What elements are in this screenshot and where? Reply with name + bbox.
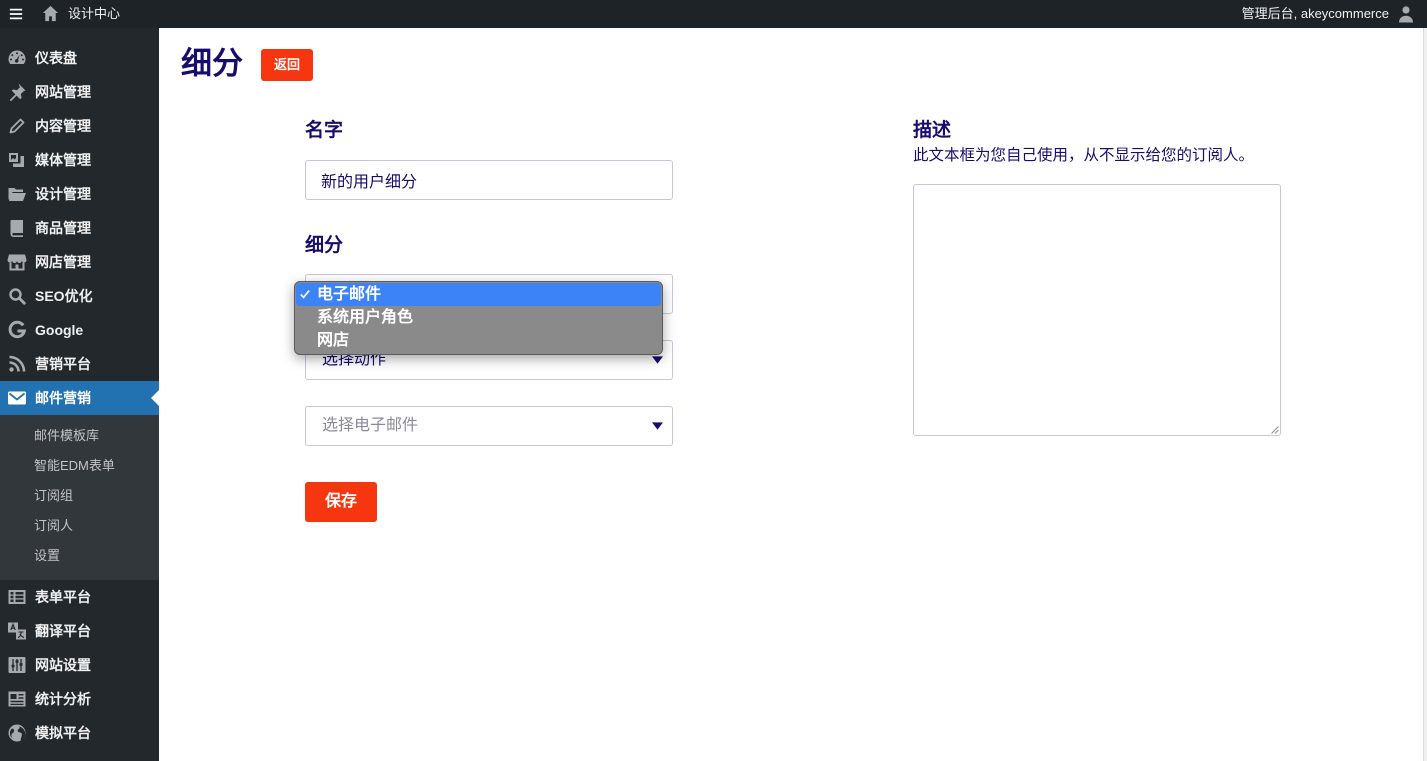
main-content: 细分 返回 名字 细分 电子邮件 选择动作 选择电子邮件 保存 电子邮件 系统用… xyxy=(159,28,1424,761)
settings-icon xyxy=(7,655,27,675)
user-icon[interactable] xyxy=(1398,5,1414,23)
save-button[interactable]: 保存 xyxy=(305,482,377,522)
account-link[interactable]: 管理后台, akeycommerce xyxy=(1242,0,1389,28)
dropdown-option[interactable]: 系统用户角色 xyxy=(296,306,661,329)
sidebar-item-label: 内容管理 xyxy=(35,118,91,134)
sidebar-item-site-management[interactable]: 网站管理 xyxy=(0,75,159,109)
page-title: 细分 xyxy=(181,46,243,81)
name-label: 名字 xyxy=(305,120,344,141)
description-label: 描述 xyxy=(913,120,952,141)
segment-label: 细分 xyxy=(305,235,344,256)
description-textarea[interactable] xyxy=(914,185,1280,435)
sidebar-item-label: SEO优化 xyxy=(35,288,93,304)
sidebar-item-label: 邮件营销 xyxy=(35,390,91,406)
pin-icon xyxy=(7,82,27,102)
google-icon xyxy=(7,320,27,340)
site-name-link[interactable]: 设计中心 xyxy=(68,0,120,28)
sidebar-item-label: 网店管理 xyxy=(35,254,91,270)
sidebar-menu: 仪表盘 网站管理 内容管理 媒体管理 设计管理 商品管理 网店管理 SEO优化 … xyxy=(0,28,159,750)
hamburger-icon[interactable] xyxy=(9,7,23,21)
sidebar-item-content-management[interactable]: 内容管理 xyxy=(0,109,159,143)
sidebar-item-label: 营销平台 xyxy=(35,356,91,372)
submenu-item-subscriber-groups[interactable]: 订阅组 xyxy=(0,481,159,511)
sidebar-item-label: Google xyxy=(35,322,84,338)
form-icon xyxy=(7,587,27,607)
dropdown-option-label: 电子邮件 xyxy=(317,286,382,303)
sidebar-item-seo[interactable]: SEO优化 xyxy=(0,279,159,313)
email-select[interactable]: 选择电子邮件 xyxy=(305,406,673,446)
admin-topbar: 设计中心 管理后台, akeycommerce xyxy=(0,0,1427,28)
email-marketing-submenu: 邮件模板库 智能EDM表单 订阅组 订阅人 设置 xyxy=(0,415,159,580)
dropdown-option[interactable]: 电子邮件 xyxy=(296,283,661,306)
sidebar-item-label: 设计管理 xyxy=(35,186,91,202)
sidebar-item-translation-platform[interactable]: 翻译平台 xyxy=(0,614,159,648)
sidebar-item-marketing-platform[interactable]: 营销平台 xyxy=(0,347,159,381)
media-icon xyxy=(7,150,27,170)
description-help-text: 此文本框为您自己使用，从不显示给您的订阅人。 xyxy=(913,147,1255,164)
back-button[interactable]: 返回 xyxy=(261,49,313,81)
submenu-item-subscribers[interactable]: 订阅人 xyxy=(0,511,159,541)
sidebar-item-label: 网站管理 xyxy=(35,84,91,100)
book-icon xyxy=(7,218,27,238)
sidebar-item-label: 网站设置 xyxy=(35,657,91,673)
sidebar-item-analytics[interactable]: 统计分析 xyxy=(0,682,159,716)
sidebar-item-label: 模拟平台 xyxy=(35,725,91,741)
chevron-down-icon xyxy=(652,356,663,364)
sidebar-item-email-marketing[interactable]: 邮件营销 xyxy=(0,381,159,415)
dropdown-option-label: 网店 xyxy=(317,332,350,349)
dropdown-option[interactable]: 网店 xyxy=(296,329,661,352)
mail-icon xyxy=(7,388,27,408)
admin-sidebar: 仪表盘 网站管理 内容管理 媒体管理 设计管理 商品管理 网店管理 SEO优化 … xyxy=(0,28,159,761)
dashboard-icon xyxy=(7,48,27,68)
email-select-placeholder: 选择电子邮件 xyxy=(322,417,419,434)
sidebar-item-store-management[interactable]: 网店管理 xyxy=(0,245,159,279)
sidebar-item-label: 翻译平台 xyxy=(35,623,91,639)
sidebar-item-form-platform[interactable]: 表单平台 xyxy=(0,580,159,614)
dropdown-option-label: 系统用户角色 xyxy=(317,309,414,326)
sidebar-item-label: 统计分析 xyxy=(35,691,91,707)
chevron-down-icon xyxy=(652,422,663,430)
sidebar-item-media-management[interactable]: 媒体管理 xyxy=(0,143,159,177)
sidebar-item-dashboard[interactable]: 仪表盘 xyxy=(0,41,159,75)
pencil-icon xyxy=(7,116,27,136)
sidebar-item-site-settings[interactable]: 网站设置 xyxy=(0,648,159,682)
sidebar-item-google[interactable]: Google xyxy=(0,313,159,347)
folder-icon xyxy=(7,184,27,204)
rss-icon xyxy=(7,354,27,374)
description-textarea-wrapper xyxy=(913,184,1281,436)
translate-icon xyxy=(7,621,27,641)
sidebar-item-label: 表单平台 xyxy=(35,589,91,605)
home-icon[interactable] xyxy=(41,4,60,23)
submenu-item-smart-edm-forms[interactable]: 智能EDM表单 xyxy=(0,451,159,481)
sidebar-item-label: 仪表盘 xyxy=(35,50,77,66)
sidebar-item-label: 商品管理 xyxy=(35,220,91,236)
globe-icon xyxy=(7,723,27,743)
sidebar-item-label: 媒体管理 xyxy=(35,152,91,168)
name-input[interactable] xyxy=(305,160,673,200)
search-icon xyxy=(7,286,27,306)
store-icon xyxy=(7,252,27,272)
analytics-icon xyxy=(7,689,27,709)
sidebar-item-simulation-platform[interactable]: 模拟平台 xyxy=(0,716,159,750)
submenu-item-settings[interactable]: 设置 xyxy=(0,541,159,571)
submenu-item-email-templates[interactable]: 邮件模板库 xyxy=(0,421,159,451)
checkmark-icon xyxy=(299,288,311,300)
segment-type-dropdown: 电子邮件 系统用户角色 网店 xyxy=(294,281,663,355)
sidebar-item-design-management[interactable]: 设计管理 xyxy=(0,177,159,211)
sidebar-item-product-management[interactable]: 商品管理 xyxy=(0,211,159,245)
resize-handle[interactable] xyxy=(1269,424,1279,434)
